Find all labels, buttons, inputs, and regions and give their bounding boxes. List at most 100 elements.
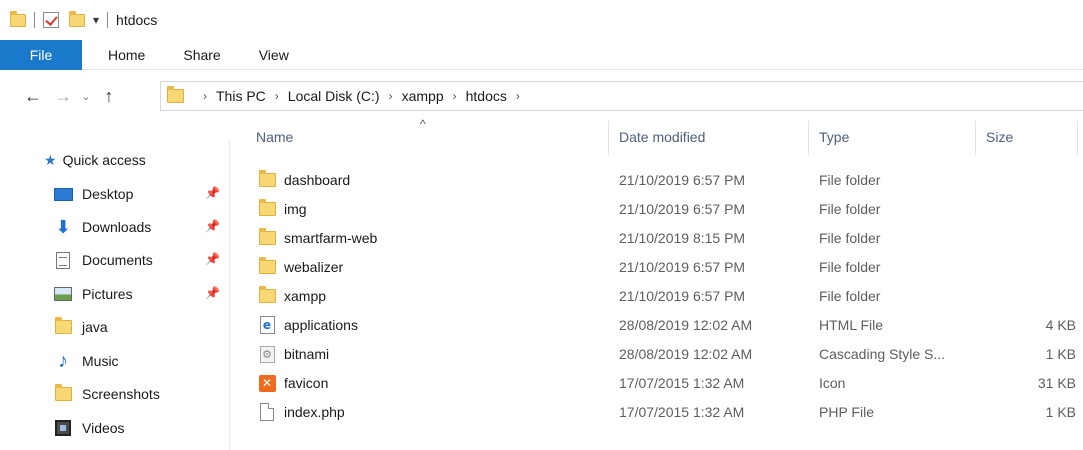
column-divider[interactable]	[1077, 121, 1078, 155]
sidebar-item-videos[interactable]: Videos	[0, 413, 228, 443]
breadcrumb-xampp[interactable]: xampp	[402, 88, 444, 104]
file-date: 21/10/2019 6:57 PM	[619, 259, 746, 275]
html-file-icon: e	[259, 316, 275, 334]
sidebar-item-java[interactable]: java	[0, 312, 228, 342]
pin-icon[interactable]: 📌	[205, 286, 220, 300]
file-row-favicon[interactable]: ✕ favicon 17/07/2015 1:32 AM Icon 31 KB	[232, 369, 1083, 398]
navigation-pane: ★ Quick access Desktop 📌 ⬇ Downloads 📌 D…	[0, 140, 230, 450]
file-name: img	[284, 201, 307, 217]
pictures-icon	[54, 287, 72, 301]
toolbar-separator	[107, 12, 109, 28]
ribbon-tabs: File Home Share View	[0, 39, 1083, 70]
sidebar-item-label: Music	[82, 353, 119, 369]
tab-file[interactable]: File	[0, 39, 82, 70]
file-date: 21/10/2019 6:57 PM	[619, 172, 746, 188]
download-arrow-icon: ⬇	[55, 217, 71, 237]
new-folder-icon[interactable]	[69, 10, 85, 27]
file-date: 28/08/2019 12:02 AM	[619, 346, 753, 362]
file-date: 28/08/2019 12:02 AM	[619, 317, 753, 333]
file-size: 1 KB	[1045, 404, 1076, 420]
videos-icon	[55, 420, 71, 436]
file-list: ^ Name Date modified Type Size dashboard…	[232, 117, 1083, 450]
sidebar-item-label: Screenshots	[82, 386, 160, 402]
column-header-name[interactable]: Name	[256, 129, 293, 153]
folder-icon	[54, 317, 72, 334]
pin-icon[interactable]: 📌	[205, 186, 220, 200]
window-title: htdocs	[116, 12, 158, 28]
file-date: 17/07/2015 1:32 AM	[619, 375, 745, 391]
breadcrumb-this-pc[interactable]: This PC	[216, 88, 266, 104]
music-note-icon: ♪	[58, 350, 68, 372]
file-date: 21/10/2019 8:15 PM	[619, 230, 746, 246]
file-row-img[interactable]: img 21/10/2019 6:57 PM File folder	[232, 195, 1083, 224]
properties-check-icon[interactable]	[43, 12, 59, 28]
file-size: 31 KB	[1037, 375, 1076, 391]
pin-icon[interactable]: 📌	[205, 219, 220, 233]
file-row-xampp[interactable]: xampp 21/10/2019 6:57 PM File folder	[232, 282, 1083, 311]
file-row-bitnami[interactable]: ⚙ bitnami 28/08/2019 12:02 AM Cascading …	[232, 340, 1083, 369]
file-name: dashboard	[284, 172, 351, 188]
folder-icon	[258, 257, 276, 274]
file-size: 4 KB	[1045, 317, 1076, 333]
sidebar-item-label: Quick access	[62, 152, 146, 168]
file-name: favicon	[284, 375, 329, 391]
breadcrumb-chevron-icon[interactable]: ›	[275, 89, 279, 103]
sidebar-item-desktop[interactable]: Desktop 📌	[0, 179, 228, 209]
file-row-webalizer[interactable]: webalizer 21/10/2019 6:57 PM File folder	[232, 253, 1083, 282]
tab-home[interactable]: Home	[108, 47, 145, 63]
column-divider[interactable]	[608, 121, 609, 155]
file-type: File folder	[819, 201, 881, 217]
file-type: Cascading Style S...	[819, 346, 946, 362]
sidebar-item-screenshots[interactable]: Screenshots	[0, 379, 228, 409]
back-arrow-icon[interactable]: ←	[18, 86, 48, 107]
folder-icon	[258, 199, 276, 216]
sidebar-item-quick-access[interactable]: ★ Quick access	[0, 145, 228, 175]
file-date: 17/07/2015 1:32 AM	[619, 404, 745, 420]
forward-arrow-icon[interactable]: →	[48, 86, 78, 107]
file-name: xampp	[284, 288, 327, 304]
folder-icon	[10, 10, 26, 27]
desktop-icon	[53, 187, 73, 201]
recent-locations-chevron-icon[interactable]: ⌄	[78, 90, 94, 103]
sidebar-item-pictures[interactable]: Pictures 📌	[0, 279, 228, 309]
customize-toolbar-dropdown-icon[interactable]: ▾	[93, 14, 99, 26]
folder-icon	[167, 86, 184, 103]
file-name: webalizer	[284, 259, 344, 275]
file-row-dashboard[interactable]: dashboard 21/10/2019 6:57 PM File folder	[232, 166, 1083, 195]
column-header-date-modified[interactable]: Date modified	[619, 129, 705, 153]
column-header-type[interactable]: Type	[819, 129, 849, 153]
sidebar-item-downloads[interactable]: ⬇ Downloads 📌	[0, 212, 228, 242]
tab-share[interactable]: Share	[183, 47, 220, 63]
file-row-index-php[interactable]: index.php 17/07/2015 1:32 AM PHP File 1 …	[232, 398, 1083, 427]
column-divider[interactable]	[975, 121, 976, 155]
address-bar[interactable]: › This PC › Local Disk (C:) › xampp › ht…	[160, 81, 1083, 111]
folder-icon	[258, 170, 276, 187]
up-arrow-icon[interactable]: ↑	[94, 86, 124, 107]
navigation-bar: ← → ⌄ ↑ › This PC › Local Disk (C:) › xa…	[0, 75, 1083, 117]
breadcrumb-chevron-icon[interactable]: ›	[389, 89, 393, 103]
file-row-applications[interactable]: e applications 28/08/2019 12:02 AM HTML …	[232, 311, 1083, 340]
folder-icon	[258, 286, 276, 303]
file-name: applications	[284, 317, 358, 333]
file-type: File folder	[819, 172, 881, 188]
sidebar-item-music[interactable]: ♪ Music	[0, 346, 228, 376]
breadcrumb-local-disk[interactable]: Local Disk (C:)	[288, 88, 380, 104]
sidebar-item-label: Downloads	[82, 219, 152, 235]
column-divider[interactable]	[808, 121, 809, 155]
breadcrumb-htdocs[interactable]: htdocs	[466, 88, 507, 104]
blank-file-icon	[260, 403, 274, 421]
breadcrumb-chevron-icon[interactable]: ›	[516, 89, 520, 103]
file-date: 21/10/2019 6:57 PM	[619, 288, 746, 304]
sidebar-item-label: Pictures	[82, 286, 133, 302]
tab-view[interactable]: View	[259, 47, 289, 63]
sidebar-item-label: Videos	[82, 420, 125, 436]
file-row-smartfarm-web[interactable]: smartfarm-web 21/10/2019 8:15 PM File fo…	[232, 224, 1083, 253]
sidebar-item-documents[interactable]: Documents 📌	[0, 245, 228, 275]
breadcrumb-chevron-icon[interactable]: ›	[453, 89, 457, 103]
column-header-size[interactable]: Size	[986, 129, 1013, 153]
pin-icon[interactable]: 📌	[205, 252, 220, 266]
breadcrumb-chevron-icon[interactable]: ›	[203, 89, 207, 103]
sidebar-item-label: Documents	[82, 252, 153, 268]
sidebar-item-label: Desktop	[82, 186, 134, 202]
title-bar: ▾ htdocs	[0, 0, 1083, 40]
